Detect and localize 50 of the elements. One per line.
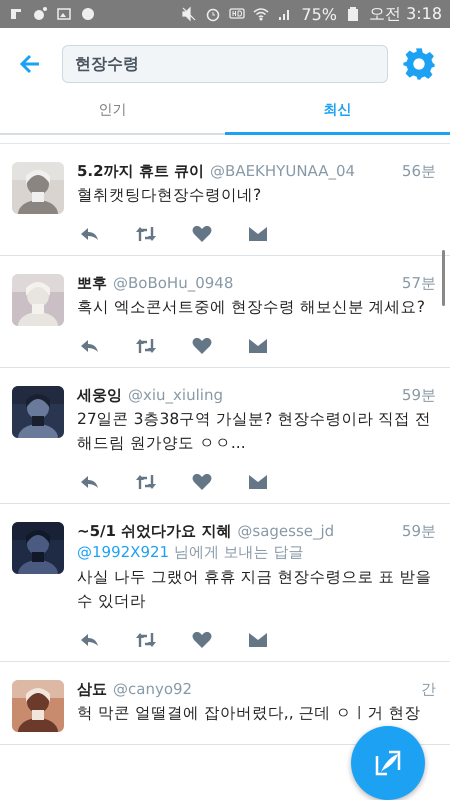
battery-percent: 75% [301, 4, 337, 24]
reply-context: @1992X921 님에게 보내는 답글 [77, 542, 304, 563]
user-name[interactable]: 5.2까지 휴트 큐이 [77, 162, 204, 181]
message-icon[interactable] [247, 631, 269, 649]
wifi-icon [253, 6, 270, 22]
tweet-card[interactable]: 세웅잉 @xiu_xiuling 59분 27일콘 3층38구역 가실분? 현장수령이라 직접 전해드림 원가양도 ㅇㅇ... [0, 368, 450, 504]
retweet-icon[interactable] [135, 473, 157, 491]
tweet-card[interactable]: 5.2까지 휴트 큐이 @BAEKHYUNAA_04 56분 혈취캣팅다현장수령이네? [0, 144, 450, 256]
tweet-text: 사실 나두 그랬어 휴휴 지금 현장수령으로 표 받을 수 있더라 [77, 567, 432, 612]
tweet-time: 56분 [402, 162, 436, 181]
user-name[interactable]: 삼됴 [77, 680, 107, 699]
message-icon[interactable] [247, 337, 269, 355]
tweet-time: 57분 [402, 274, 436, 293]
tweet-text: 헉 막콘 얼떨결에 잡아버렸다,, 근데 ㅇㅣ거 현장 [77, 703, 422, 724]
heart-icon[interactable] [191, 225, 213, 243]
retweet-icon[interactable] [135, 225, 157, 243]
search-field[interactable]: 현장수령 [62, 45, 388, 83]
user-name[interactable]: 세웅잉 [77, 386, 122, 405]
message-icon[interactable] [247, 473, 269, 491]
tab[interactable]: 인기 [0, 91, 225, 135]
feather-icon [373, 748, 403, 778]
tweet-time: 59분 [402, 522, 436, 541]
settings-icon[interactable] [402, 47, 436, 81]
reply-icon[interactable] [79, 631, 101, 649]
app-icon [8, 6, 24, 22]
tweet-text: 혈취캣팅다현장수령이네? [77, 185, 262, 206]
user-name[interactable]: ~5/1 쉬었다가요 지혜 [77, 522, 232, 541]
tweet-text: 27일콘 3층38구역 가실분? 현장수령이라 직접 전해드림 원가양도 ㅇㅇ... [77, 409, 432, 454]
tweet-time: 간 [421, 680, 436, 699]
tweet-text: 혹시 엑소콘서트중에 현장수령 해보신분 계세요? [77, 297, 426, 318]
heart-icon[interactable] [191, 473, 213, 491]
tweet-card[interactable]: 뽀후 @BoBoHu_0948 57분 혹시 엑소콘서트중에 현장수령 해보신분 계세요? [0, 256, 450, 368]
heart-icon[interactable] [191, 631, 213, 649]
retweet-icon[interactable] [135, 631, 157, 649]
alarm-icon [205, 6, 222, 22]
heart-icon[interactable] [191, 337, 213, 355]
mute-icon [181, 6, 198, 22]
reply-icon[interactable] [79, 337, 101, 355]
back-icon[interactable] [19, 54, 41, 74]
user-name[interactable]: 뽀후 [77, 274, 107, 293]
tweet-time: 59분 [402, 386, 436, 405]
notification-icon [32, 6, 48, 22]
image-icon [56, 6, 72, 22]
compose-button[interactable] [351, 726, 425, 800]
retweet-icon[interactable] [135, 337, 157, 355]
message-icon[interactable] [247, 225, 269, 243]
tweet-card[interactable]: ~5/1 쉬었다가요 지혜 @sagesse_jd 59분 @1992X921 님에게 보내는 답글 사실 나두 그랬어 휴휴 지금 현장수령으로 표 받을 수 있더라 [0, 504, 450, 662]
reply-icon[interactable] [79, 225, 101, 243]
clock-time: 오전 3:18 [368, 4, 442, 24]
reply-icon[interactable] [79, 473, 101, 491]
